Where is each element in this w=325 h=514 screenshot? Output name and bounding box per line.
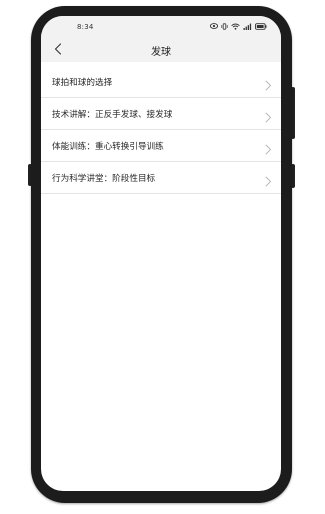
chevron-right-icon — [264, 108, 272, 123]
list-item-behavior-science[interactable]: 行为科学讲堂：阶段性目标 — [41, 162, 281, 194]
signal-icon — [243, 23, 252, 30]
list-item-label: 行为科学讲堂：阶段性目标 — [52, 173, 156, 184]
stage: 8:34 发球 球拍和球的选择 技术讲解：正反手发球、接发球 体能训练：重心转换… — [0, 0, 325, 514]
list-item-label: 技术讲解：正反手发球、接发球 — [52, 109, 173, 120]
page-title: 发球 — [151, 47, 171, 58]
list-item-racket-and-ball[interactable]: 球拍和球的选择 — [41, 66, 281, 98]
eye-icon — [210, 23, 218, 29]
phone-screen: 8:34 发球 球拍和球的选择 技术讲解：正反手发球、接发球 体能训练：重心转换… — [41, 16, 281, 491]
chevron-right-icon — [264, 172, 272, 187]
chevron-right-icon — [264, 76, 272, 91]
list-item-label: 体能训练：重心转换引导训练 — [52, 141, 164, 152]
status-time: 8:34 — [77, 23, 94, 31]
battery-icon — [255, 22, 267, 30]
list-item-technique[interactable]: 技术讲解：正反手发球、接发球 — [41, 98, 281, 130]
vibrate-icon — [221, 22, 228, 30]
status-bar: 8:34 — [41, 16, 281, 36]
list-item-fitness[interactable]: 体能训练：重心转换引导训练 — [41, 130, 281, 162]
list-item-label: 球拍和球的选择 — [52, 77, 113, 88]
wifi-icon — [231, 23, 240, 30]
nav-bar: 发球 — [41, 36, 281, 62]
status-icons — [210, 21, 267, 31]
lesson-list: 球拍和球的选择 技术讲解：正反手发球、接发球 体能训练：重心转换引导训练 行为科… — [41, 66, 281, 194]
chevron-right-icon — [264, 140, 272, 155]
